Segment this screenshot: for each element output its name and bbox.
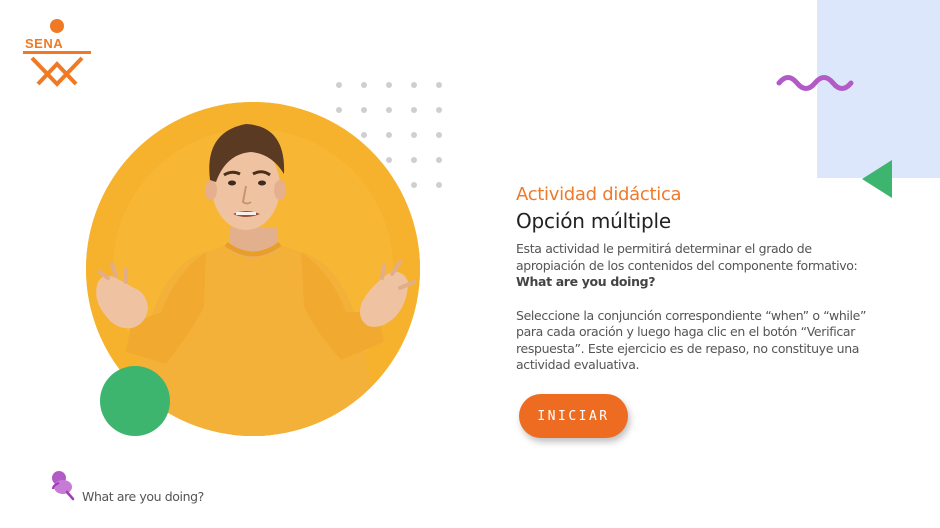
instructions-paragraph: Seleccione la conjunción correspondiente… xyxy=(516,307,867,373)
footer-topic-label: What are you doing? xyxy=(82,489,204,504)
pushpin-icon xyxy=(49,469,75,501)
start-button[interactable]: INICIAR xyxy=(519,394,628,438)
activity-description: Actividad didáctica Opción múltiple Esta… xyxy=(516,183,878,374)
activity-title: Opción múltiple xyxy=(516,209,671,233)
activity-kicker: Actividad didáctica xyxy=(516,184,682,205)
intro-bold-topic: What are you doing? xyxy=(516,274,656,289)
logo-text: SENA xyxy=(25,36,64,51)
decorative-wave xyxy=(776,72,858,98)
intro-text: Esta actividad le permitirá determinar e… xyxy=(516,241,858,273)
intro-paragraph: Esta actividad le permitirá determinar e… xyxy=(516,241,878,291)
sena-logo: SENA xyxy=(18,18,98,88)
decorative-green-circle xyxy=(100,366,170,436)
